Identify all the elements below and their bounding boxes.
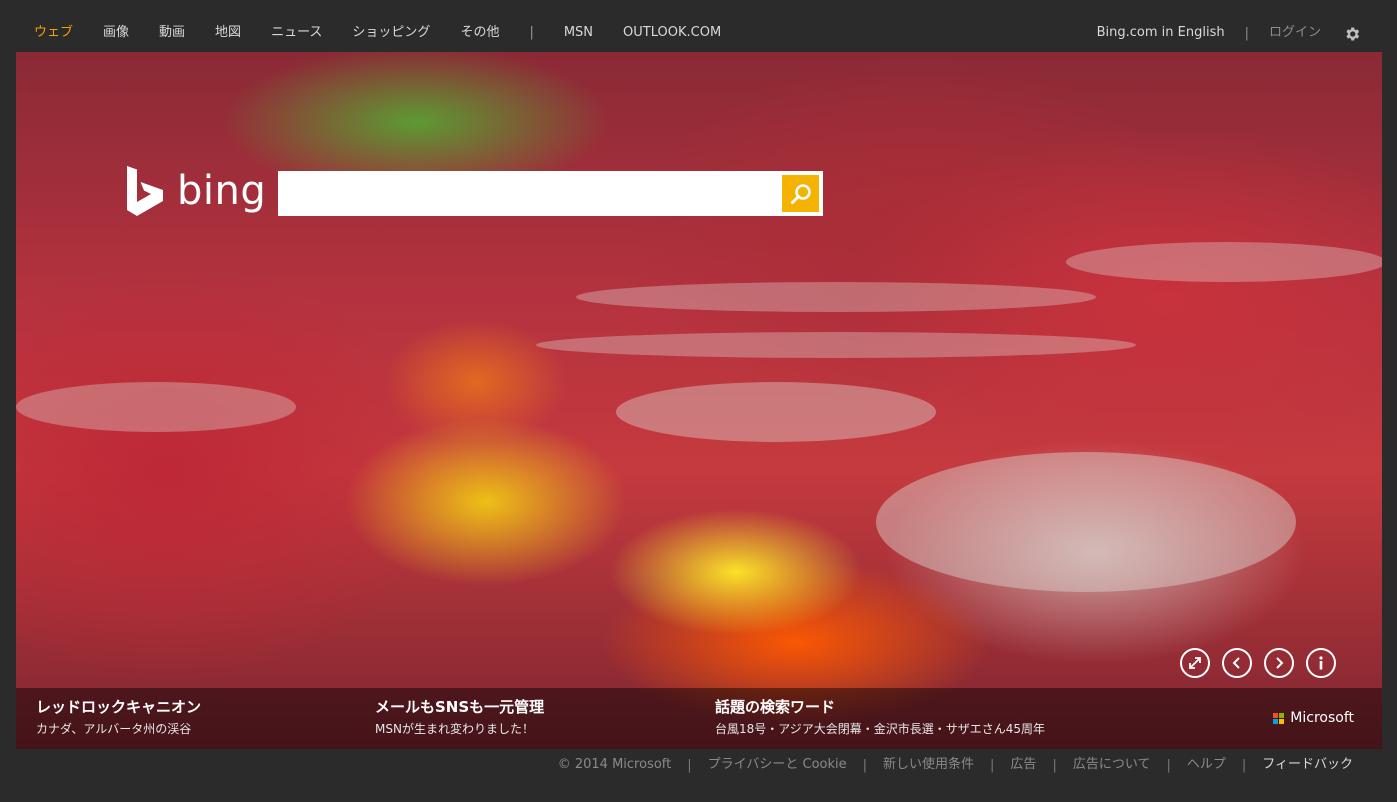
nav-item-images[interactable]: 画像 [103,24,129,42]
nav-left: ウェブ 画像 動画 地図 ニュース ショッピング その他 | MSN OUTLO… [34,24,751,42]
logo-text: bing [177,168,267,214]
footer: © 2014 Microsoft | プライバシーと Cookie | 新しい使… [558,756,1353,774]
microsoft-logo-icon [1273,712,1285,724]
next-button[interactable] [1264,648,1294,678]
rock-ledge [876,452,1296,592]
nav-item-videos[interactable]: 動画 [159,24,185,42]
bing-b-icon [127,166,163,216]
info-bar: レッドロックキャニオン カナダ、アルバータ州の渓谷 メールもSNSも一元管理 M… [16,688,1382,749]
background-image [16,52,1382,749]
nav-item-outlook[interactable]: OUTLOOK.COM [623,24,721,42]
prev-icon [1232,657,1240,669]
rock-band [16,382,296,432]
footer-feedback-link[interactable]: フィードバック [1262,756,1353,774]
image-caption-subtitle: カナダ、アルバータ州の渓谷 [36,722,192,736]
microsoft-logo[interactable]: Microsoft [1273,710,1354,726]
rock-band [1066,242,1382,282]
info-button[interactable] [1306,648,1336,678]
search-icon [790,183,811,204]
image-caption-title: レッドロックキャニオン [36,698,202,716]
rock-band [576,282,1096,312]
footer-copyright: © 2014 Microsoft [557,757,672,772]
info-icon [1319,656,1323,670]
bing-logo[interactable]: bing [125,166,266,216]
footer-separator: | [1166,757,1171,773]
trending-searches[interactable]: 話題の検索ワード 台風18号・アジア大会閉幕・金沢市長選・サザエさん45周年 [715,697,1045,738]
footer-help-link[interactable]: ヘルプ [1187,756,1226,774]
trending-title: 話題の検索ワード [715,698,836,716]
footer-ads-link[interactable]: 広告 [1010,756,1036,774]
footer-privacy-link[interactable]: プライバシーと Cookie [708,756,847,774]
fullscreen-icon [1189,657,1201,669]
nav-item-msn[interactable]: MSN [564,24,593,42]
footer-separator: | [1052,757,1057,773]
msn-promo-title: メールもSNSも一元管理 [375,698,545,716]
microsoft-logo-text: Microsoft [1290,710,1354,726]
footer-separator: | [862,757,868,773]
footer-separator: | [1241,757,1247,773]
nav-item-maps[interactable]: 地図 [215,24,241,42]
login-link[interactable]: ログイン [1269,24,1321,42]
search-box [278,171,823,216]
nav-item-more[interactable]: その他 [460,24,499,42]
search-input[interactable] [278,171,778,216]
english-link[interactable]: Bing.com in English [1097,24,1225,42]
nav-item-news[interactable]: ニュース [271,24,322,42]
nav-right: Bing.com in English | ログイン [1097,24,1361,42]
top-nav: ウェブ 画像 動画 地図 ニュース ショッピング その他 | MSN OUTLO… [0,0,1397,52]
nav-item-web[interactable]: ウェブ [34,24,73,42]
footer-separator: | [990,757,995,773]
trending-list: 台風18号・アジア大会閉幕・金沢市長選・サザエさん45周年 [715,722,1046,736]
footer-terms-link[interactable]: 新しい使用条件 [883,756,974,774]
msn-promo[interactable]: メールもSNSも一元管理 MSNが生まれ変わりました！ [375,697,544,738]
nav-separator: | [529,25,534,40]
next-icon [1276,657,1284,669]
rock-band [536,332,1136,358]
image-controls [1180,648,1336,678]
image-caption[interactable]: レッドロックキャニオン カナダ、アルバータ州の渓谷 [36,697,201,738]
fullscreen-button[interactable] [1180,648,1210,678]
nav-item-shopping[interactable]: ショッピング [352,24,430,42]
nav-right-separator: | [1244,25,1249,41]
search-button[interactable] [782,175,819,212]
footer-about-ads-link[interactable]: 広告について [1073,756,1151,774]
msn-promo-subtitle: MSNが生まれ変わりました！ [375,722,534,736]
rock-ledge [616,382,936,442]
prev-button[interactable] [1222,648,1252,678]
footer-separator: | [687,757,692,773]
gear-icon[interactable] [1343,25,1361,43]
